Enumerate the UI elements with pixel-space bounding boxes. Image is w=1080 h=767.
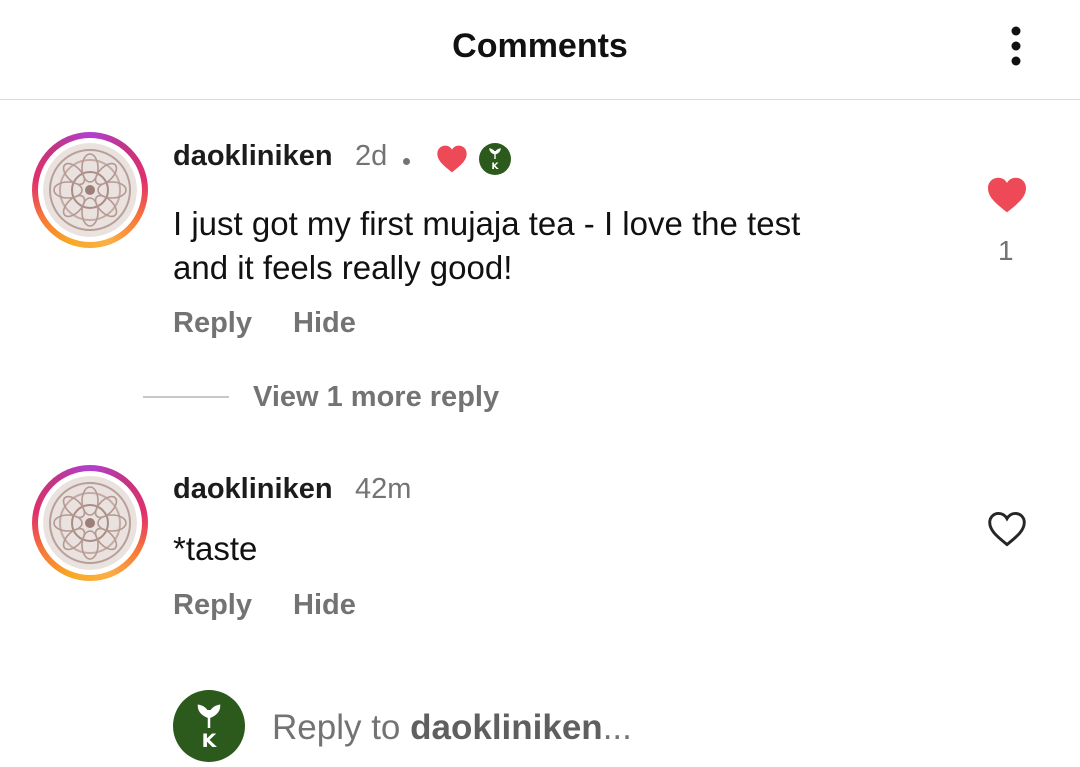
replies-divider xyxy=(143,396,229,398)
svg-text:K: K xyxy=(202,730,218,752)
reply-button[interactable]: Reply xyxy=(173,589,252,622)
heart-filled-icon xyxy=(988,177,1026,213)
comment-text-line: and it feels really good! xyxy=(173,249,513,286)
brand-leaf-k-icon: K xyxy=(479,143,511,180)
reply-button[interactable]: Reply xyxy=(173,307,252,340)
comment-username[interactable]: daokliniken xyxy=(173,473,333,506)
like-count: 1 xyxy=(998,235,1014,266)
avatar[interactable] xyxy=(32,132,148,248)
current-user-avatar: K xyxy=(173,690,245,762)
comments-header: Comments xyxy=(0,0,1080,100)
reply-placeholder-username: daokliniken xyxy=(410,708,603,747)
hide-button[interactable]: Hide xyxy=(293,589,356,622)
comment-timestamp: 42m xyxy=(355,473,412,505)
svg-text:K: K xyxy=(492,162,500,172)
view-more-replies-button[interactable]: View 1 more reply xyxy=(253,381,499,414)
comment-timestamp: 2d xyxy=(355,140,388,172)
reply-input[interactable]: Reply to daokliniken... xyxy=(272,708,632,748)
comment-text: I just got my first mujaja tea - I love … xyxy=(173,202,800,290)
reply-placeholder-prefix: Reply to xyxy=(272,708,411,747)
avatar[interactable] xyxy=(32,465,148,581)
page-title: Comments xyxy=(452,27,628,65)
reply-placeholder-suffix: ... xyxy=(602,708,632,747)
mandala-avatar-image xyxy=(43,476,137,570)
brand-leaf-k-icon: K xyxy=(197,704,221,752)
separator-dot xyxy=(403,158,410,165)
more-options-button[interactable] xyxy=(996,22,1036,70)
more-vertical-icon xyxy=(1011,26,1021,66)
mandala-avatar-image xyxy=(43,143,137,237)
hide-button[interactable]: Hide xyxy=(293,307,356,340)
comment-username[interactable]: daokliniken xyxy=(173,140,333,173)
heart-outline-icon xyxy=(988,511,1026,547)
like-button[interactable] xyxy=(986,176,1028,219)
comment-text-line: I just got my first mujaja tea - I love … xyxy=(173,205,801,242)
comment-text: *taste xyxy=(173,530,258,567)
like-button[interactable] xyxy=(986,510,1028,553)
heart-filled-icon xyxy=(436,144,468,179)
